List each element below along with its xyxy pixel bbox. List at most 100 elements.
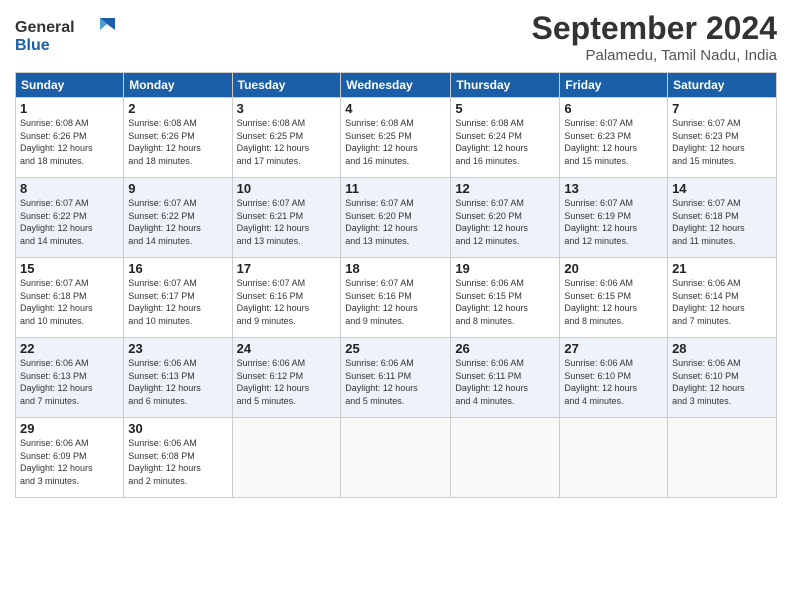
calendar-cell: 15Sunrise: 6:07 AM Sunset: 6:18 PM Dayli…: [16, 258, 124, 338]
col-monday: Monday: [124, 73, 232, 98]
day-info: Sunrise: 6:08 AM Sunset: 6:26 PM Dayligh…: [128, 117, 227, 167]
calendar-cell: 20Sunrise: 6:06 AM Sunset: 6:15 PM Dayli…: [560, 258, 668, 338]
calendar-cell: [341, 418, 451, 498]
day-number: 4: [345, 101, 446, 116]
day-number: 28: [672, 341, 772, 356]
day-number: 2: [128, 101, 227, 116]
calendar-cell: 29Sunrise: 6:06 AM Sunset: 6:09 PM Dayli…: [16, 418, 124, 498]
day-info: Sunrise: 6:07 AM Sunset: 6:22 PM Dayligh…: [20, 197, 119, 247]
day-info: Sunrise: 6:06 AM Sunset: 6:08 PM Dayligh…: [128, 437, 227, 487]
day-info: Sunrise: 6:08 AM Sunset: 6:25 PM Dayligh…: [345, 117, 446, 167]
day-number: 18: [345, 261, 446, 276]
day-number: 10: [237, 181, 337, 196]
svg-text:General: General: [15, 19, 75, 36]
day-info: Sunrise: 6:06 AM Sunset: 6:13 PM Dayligh…: [20, 357, 119, 407]
day-number: 5: [455, 101, 555, 116]
calendar-cell: 3Sunrise: 6:08 AM Sunset: 6:25 PM Daylig…: [232, 98, 341, 178]
calendar-cell: 5Sunrise: 6:08 AM Sunset: 6:24 PM Daylig…: [451, 98, 560, 178]
day-number: 23: [128, 341, 227, 356]
calendar-cell: 23Sunrise: 6:06 AM Sunset: 6:13 PM Dayli…: [124, 338, 232, 418]
calendar-cell: 6Sunrise: 6:07 AM Sunset: 6:23 PM Daylig…: [560, 98, 668, 178]
day-info: Sunrise: 6:07 AM Sunset: 6:22 PM Dayligh…: [128, 197, 227, 247]
calendar-cell: 7Sunrise: 6:07 AM Sunset: 6:23 PM Daylig…: [668, 98, 777, 178]
day-number: 22: [20, 341, 119, 356]
logo-text: General Blue: [15, 10, 125, 60]
calendar-cell: 8Sunrise: 6:07 AM Sunset: 6:22 PM Daylig…: [16, 178, 124, 258]
calendar-cell: 12Sunrise: 6:07 AM Sunset: 6:20 PM Dayli…: [451, 178, 560, 258]
calendar-cell: [668, 418, 777, 498]
day-info: Sunrise: 6:07 AM Sunset: 6:23 PM Dayligh…: [564, 117, 663, 167]
calendar-cell: 13Sunrise: 6:07 AM Sunset: 6:19 PM Dayli…: [560, 178, 668, 258]
calendar-week-2: 8Sunrise: 6:07 AM Sunset: 6:22 PM Daylig…: [16, 178, 777, 258]
calendar-cell: 16Sunrise: 6:07 AM Sunset: 6:17 PM Dayli…: [124, 258, 232, 338]
day-number: 27: [564, 341, 663, 356]
day-info: Sunrise: 6:07 AM Sunset: 6:16 PM Dayligh…: [237, 277, 337, 327]
day-info: Sunrise: 6:06 AM Sunset: 6:10 PM Dayligh…: [564, 357, 663, 407]
day-number: 30: [128, 421, 227, 436]
day-info: Sunrise: 6:07 AM Sunset: 6:18 PM Dayligh…: [672, 197, 772, 247]
col-friday: Friday: [560, 73, 668, 98]
day-info: Sunrise: 6:07 AM Sunset: 6:17 PM Dayligh…: [128, 277, 227, 327]
day-info: Sunrise: 6:08 AM Sunset: 6:24 PM Dayligh…: [455, 117, 555, 167]
day-info: Sunrise: 6:06 AM Sunset: 6:11 PM Dayligh…: [345, 357, 446, 407]
calendar-cell: 17Sunrise: 6:07 AM Sunset: 6:16 PM Dayli…: [232, 258, 341, 338]
day-number: 11: [345, 181, 446, 196]
calendar-cell: [560, 418, 668, 498]
day-info: Sunrise: 6:06 AM Sunset: 6:09 PM Dayligh…: [20, 437, 119, 487]
calendar-cell: 24Sunrise: 6:06 AM Sunset: 6:12 PM Dayli…: [232, 338, 341, 418]
calendar-cell: 10Sunrise: 6:07 AM Sunset: 6:21 PM Dayli…: [232, 178, 341, 258]
day-number: 20: [564, 261, 663, 276]
day-info: Sunrise: 6:07 AM Sunset: 6:20 PM Dayligh…: [455, 197, 555, 247]
day-number: 15: [20, 261, 119, 276]
day-number: 24: [237, 341, 337, 356]
day-number: 1: [20, 101, 119, 116]
day-info: Sunrise: 6:07 AM Sunset: 6:23 PM Dayligh…: [672, 117, 772, 167]
day-info: Sunrise: 6:07 AM Sunset: 6:21 PM Dayligh…: [237, 197, 337, 247]
header: General Blue September 2024 Palamedu, Ta…: [15, 10, 777, 64]
col-saturday: Saturday: [668, 73, 777, 98]
calendar-cell: 2Sunrise: 6:08 AM Sunset: 6:26 PM Daylig…: [124, 98, 232, 178]
calendar-cell: 1Sunrise: 6:08 AM Sunset: 6:26 PM Daylig…: [16, 98, 124, 178]
day-info: Sunrise: 6:08 AM Sunset: 6:26 PM Dayligh…: [20, 117, 119, 167]
day-number: 3: [237, 101, 337, 116]
calendar-cell: 26Sunrise: 6:06 AM Sunset: 6:11 PM Dayli…: [451, 338, 560, 418]
calendar-cell: 22Sunrise: 6:06 AM Sunset: 6:13 PM Dayli…: [16, 338, 124, 418]
calendar-cell: 25Sunrise: 6:06 AM Sunset: 6:11 PM Dayli…: [341, 338, 451, 418]
day-info: Sunrise: 6:06 AM Sunset: 6:15 PM Dayligh…: [564, 277, 663, 327]
col-sunday: Sunday: [16, 73, 124, 98]
col-tuesday: Tuesday: [232, 73, 341, 98]
day-info: Sunrise: 6:06 AM Sunset: 6:10 PM Dayligh…: [672, 357, 772, 407]
calendar-cell: [232, 418, 341, 498]
day-info: Sunrise: 6:06 AM Sunset: 6:14 PM Dayligh…: [672, 277, 772, 327]
day-number: 6: [564, 101, 663, 116]
day-number: 14: [672, 181, 772, 196]
svg-text:Blue: Blue: [15, 37, 50, 54]
day-number: 13: [564, 181, 663, 196]
day-number: 9: [128, 181, 227, 196]
col-thursday: Thursday: [451, 73, 560, 98]
day-info: Sunrise: 6:08 AM Sunset: 6:25 PM Dayligh…: [237, 117, 337, 167]
day-number: 7: [672, 101, 772, 116]
calendar-cell: 19Sunrise: 6:06 AM Sunset: 6:15 PM Dayli…: [451, 258, 560, 338]
calendar-cell: 9Sunrise: 6:07 AM Sunset: 6:22 PM Daylig…: [124, 178, 232, 258]
day-info: Sunrise: 6:07 AM Sunset: 6:18 PM Dayligh…: [20, 277, 119, 327]
calendar-cell: 18Sunrise: 6:07 AM Sunset: 6:16 PM Dayli…: [341, 258, 451, 338]
calendar-cell: [451, 418, 560, 498]
day-info: Sunrise: 6:07 AM Sunset: 6:16 PM Dayligh…: [345, 277, 446, 327]
calendar-cell: 30Sunrise: 6:06 AM Sunset: 6:08 PM Dayli…: [124, 418, 232, 498]
day-number: 12: [455, 181, 555, 196]
calendar-week-3: 15Sunrise: 6:07 AM Sunset: 6:18 PM Dayli…: [16, 258, 777, 338]
calendar-cell: 14Sunrise: 6:07 AM Sunset: 6:18 PM Dayli…: [668, 178, 777, 258]
day-number: 26: [455, 341, 555, 356]
day-number: 29: [20, 421, 119, 436]
day-number: 17: [237, 261, 337, 276]
calendar-week-5: 29Sunrise: 6:06 AM Sunset: 6:09 PM Dayli…: [16, 418, 777, 498]
calendar-week-1: 1Sunrise: 6:08 AM Sunset: 6:26 PM Daylig…: [16, 98, 777, 178]
calendar-cell: 28Sunrise: 6:06 AM Sunset: 6:10 PM Dayli…: [668, 338, 777, 418]
calendar-week-4: 22Sunrise: 6:06 AM Sunset: 6:13 PM Dayli…: [16, 338, 777, 418]
col-wednesday: Wednesday: [341, 73, 451, 98]
location-subtitle: Palamedu, Tamil Nadu, India: [532, 47, 777, 64]
day-info: Sunrise: 6:06 AM Sunset: 6:11 PM Dayligh…: [455, 357, 555, 407]
day-info: Sunrise: 6:06 AM Sunset: 6:15 PM Dayligh…: [455, 277, 555, 327]
day-number: 16: [128, 261, 227, 276]
